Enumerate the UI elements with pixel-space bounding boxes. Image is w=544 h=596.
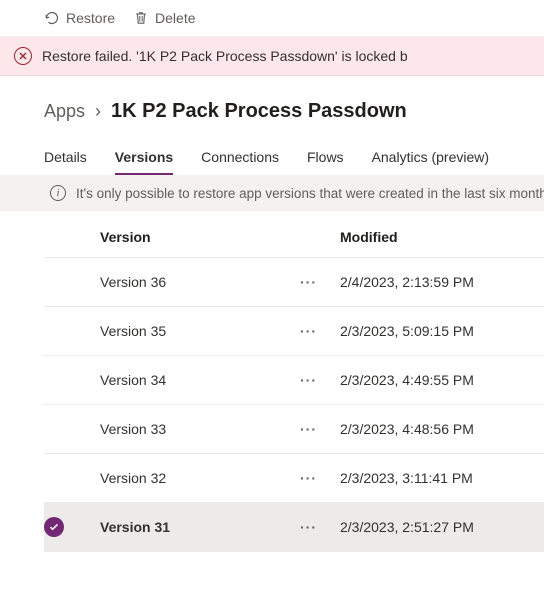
trash-icon bbox=[133, 10, 149, 26]
tabs: Details Versions Connections Flows Analy… bbox=[0, 127, 544, 175]
more-actions-button[interactable]: ··· bbox=[300, 275, 340, 289]
version-name: Version 35 bbox=[100, 323, 300, 339]
more-actions-button[interactable]: ··· bbox=[300, 520, 340, 534]
toolbar: Restore Delete bbox=[0, 0, 544, 37]
col-modified[interactable]: Modified bbox=[340, 229, 544, 245]
delete-button[interactable]: Delete bbox=[133, 10, 195, 26]
modified-date: 2/3/2023, 2:51:27 PM bbox=[340, 519, 544, 535]
more-actions-button[interactable]: ··· bbox=[300, 373, 340, 387]
more-actions-button[interactable]: ··· bbox=[300, 422, 340, 436]
more-actions-button[interactable]: ··· bbox=[300, 324, 340, 338]
info-text: It's only possible to restore app versio… bbox=[76, 186, 544, 201]
tab-analytics[interactable]: Analytics (preview) bbox=[372, 149, 489, 175]
tab-connections[interactable]: Connections bbox=[201, 149, 279, 175]
info-icon: i bbox=[50, 185, 66, 201]
error-icon bbox=[14, 47, 32, 65]
table-row[interactable]: Version 36···2/4/2023, 2:13:59 PM bbox=[44, 258, 544, 307]
tab-details[interactable]: Details bbox=[44, 149, 87, 175]
delete-label: Delete bbox=[155, 10, 195, 26]
modified-date: 2/3/2023, 5:09:15 PM bbox=[340, 323, 544, 339]
version-name: Version 34 bbox=[100, 372, 300, 388]
restore-button[interactable]: Restore bbox=[44, 10, 115, 26]
version-name: Version 31 bbox=[100, 519, 300, 535]
table-header: Version Modified bbox=[44, 211, 544, 258]
table-row[interactable]: Version 35···2/3/2023, 5:09:15 PM bbox=[44, 307, 544, 356]
modified-date: 2/3/2023, 3:11:41 PM bbox=[340, 470, 544, 486]
error-banner: Restore failed. '1K P2 Pack Process Pass… bbox=[0, 37, 544, 76]
tab-flows[interactable]: Flows bbox=[307, 149, 344, 175]
version-name: Version 33 bbox=[100, 421, 300, 437]
page-title: 1K P2 Pack Process Passdown bbox=[111, 100, 407, 123]
modified-date: 2/3/2023, 4:48:56 PM bbox=[340, 421, 544, 437]
checkmark-icon bbox=[44, 517, 64, 537]
col-version[interactable]: Version bbox=[100, 229, 300, 245]
table-row[interactable]: Version 33···2/3/2023, 4:48:56 PM bbox=[44, 405, 544, 454]
modified-date: 2/3/2023, 4:49:55 PM bbox=[340, 372, 544, 388]
modified-date: 2/4/2023, 2:13:59 PM bbox=[340, 274, 544, 290]
tab-versions[interactable]: Versions bbox=[115, 149, 173, 175]
table-row[interactable]: Version 34···2/3/2023, 4:49:55 PM bbox=[44, 356, 544, 405]
restore-icon bbox=[44, 10, 60, 26]
restore-label: Restore bbox=[66, 10, 115, 26]
info-notice: i It's only possible to restore app vers… bbox=[0, 175, 544, 211]
version-name: Version 36 bbox=[100, 274, 300, 290]
versions-table: Version Modified Version 36···2/4/2023, … bbox=[0, 211, 544, 552]
more-actions-button[interactable]: ··· bbox=[300, 471, 340, 485]
version-name: Version 32 bbox=[100, 470, 300, 486]
breadcrumb-root[interactable]: Apps bbox=[44, 101, 85, 122]
breadcrumb: Apps › 1K P2 Pack Process Passdown bbox=[0, 76, 544, 127]
table-row[interactable]: Version 32···2/3/2023, 3:11:41 PM bbox=[44, 454, 544, 503]
table-row[interactable]: Version 31···2/3/2023, 2:51:27 PM bbox=[44, 503, 544, 552]
error-text: Restore failed. '1K P2 Pack Process Pass… bbox=[42, 48, 408, 64]
chevron-right-icon: › bbox=[95, 101, 101, 122]
